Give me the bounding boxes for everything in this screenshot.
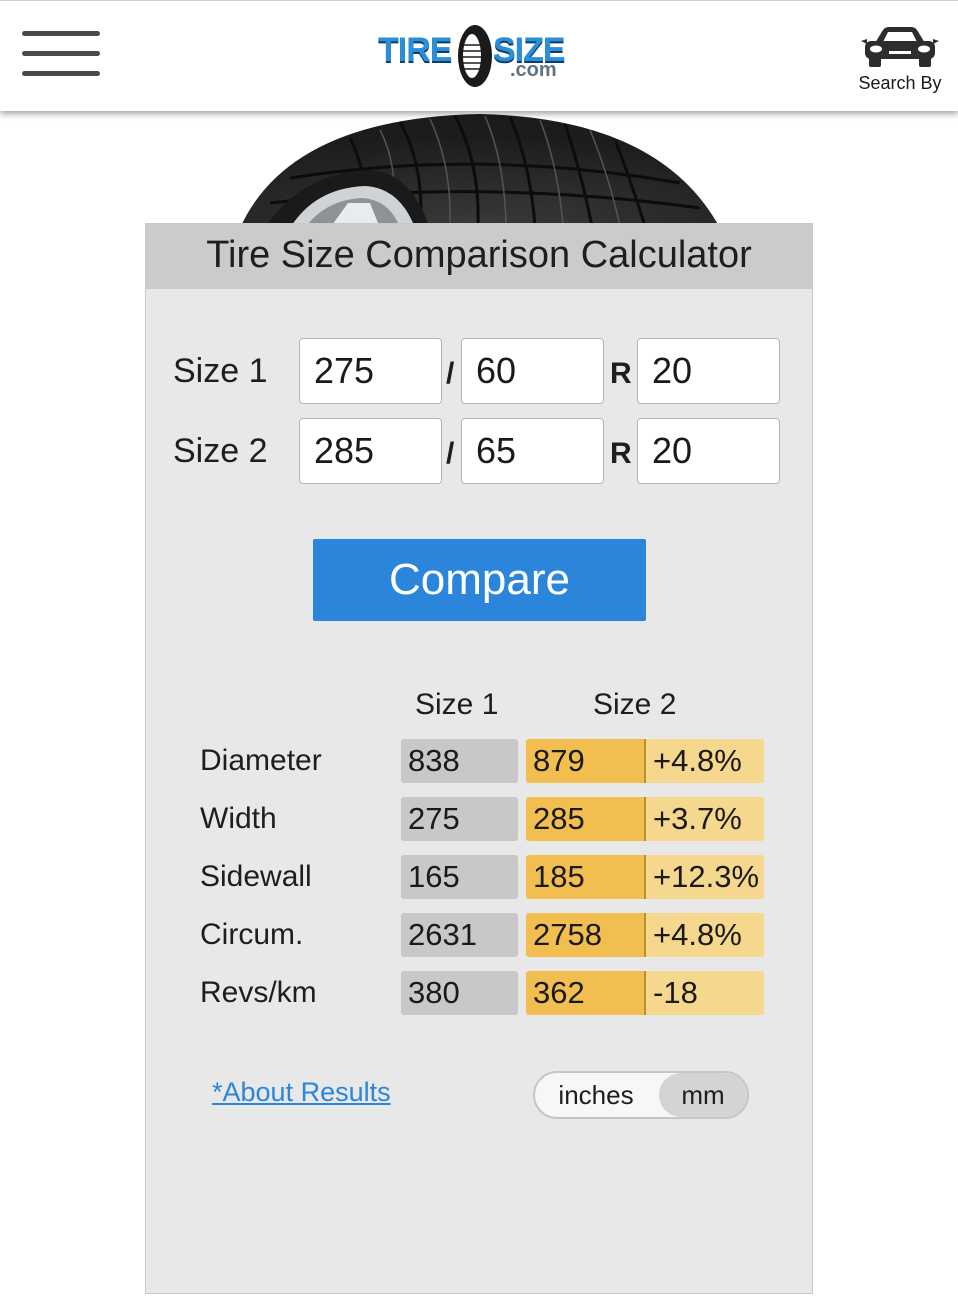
results-size1-value: 838: [401, 739, 518, 783]
search-by-button[interactable]: Search By: [850, 23, 950, 95]
size1-slash-separator: /: [446, 357, 455, 390]
search-by-label: Search By: [858, 73, 942, 93]
unit-inches-option[interactable]: inches: [535, 1073, 657, 1117]
about-results-link[interactable]: *About Results: [212, 1077, 391, 1108]
results-difference-value: +3.7%: [644, 797, 764, 841]
panel-title-bar: Tire Size Comparison Calculator: [146, 224, 812, 289]
results-col-size1: Size 1: [415, 688, 499, 721]
size2-rim-field[interactable]: 20: [637, 418, 780, 484]
results-size2-value: 285: [526, 797, 644, 841]
results-size2-value: 2758: [526, 913, 644, 957]
tire-banner-image: [230, 108, 730, 228]
size1-width-field[interactable]: 275: [299, 338, 442, 404]
results-difference-value: +12.3%: [644, 855, 764, 899]
compare-button[interactable]: Compare: [313, 539, 646, 621]
size1-rim-field[interactable]: 20: [637, 338, 780, 404]
results-size2-value: 362: [526, 971, 644, 1015]
results-size1-value: 2631: [401, 913, 518, 957]
results-size1-value: 380: [401, 971, 518, 1015]
logo-wheel-icon: [458, 25, 492, 87]
size1-r-separator: R: [610, 357, 632, 390]
results-row-label: Sidewall: [200, 860, 312, 893]
size2-label: Size 2: [173, 432, 268, 470]
results-difference-value: -18: [644, 971, 764, 1015]
size2-width-field[interactable]: 285: [299, 418, 442, 484]
results-row-label: Width: [200, 802, 277, 835]
logo-text-tire: TIRE: [378, 31, 452, 69]
calculator-panel: Tire Size Comparison Calculator Size 1 2…: [145, 223, 813, 1294]
results-col-size2: Size 2: [593, 688, 677, 721]
tiresize-logo[interactable]: TIRE SIZE .com: [378, 21, 583, 93]
results-size1-value: 165: [401, 855, 518, 899]
size1-aspect-field[interactable]: 60: [461, 338, 604, 404]
panel-title: Tire Size Comparison Calculator: [206, 234, 752, 276]
results-row-label: Circum.: [200, 918, 304, 951]
car-icon: [861, 27, 939, 67]
unit-mm-option[interactable]: mm: [659, 1073, 747, 1117]
logo-text-com: .com: [510, 59, 557, 81]
size1-label: Size 1: [173, 352, 268, 390]
hamburger-menu-icon[interactable]: [22, 31, 100, 81]
results-row-label: Revs/km: [200, 976, 317, 1009]
size2-slash-separator: /: [446, 437, 455, 470]
top-header: TIRE SIZE .com Search By: [0, 0, 958, 111]
results-size2-value: 879: [526, 739, 644, 783]
results-size2-value: 185: [526, 855, 644, 899]
results-row-label: Diameter: [200, 744, 322, 777]
results-difference-value: +4.8%: [644, 913, 764, 957]
size2-aspect-field[interactable]: 65: [461, 418, 604, 484]
size2-r-separator: R: [610, 437, 632, 470]
results-size1-value: 275: [401, 797, 518, 841]
results-difference-value: +4.8%: [644, 739, 764, 783]
unit-toggle[interactable]: inches mm: [533, 1071, 749, 1119]
